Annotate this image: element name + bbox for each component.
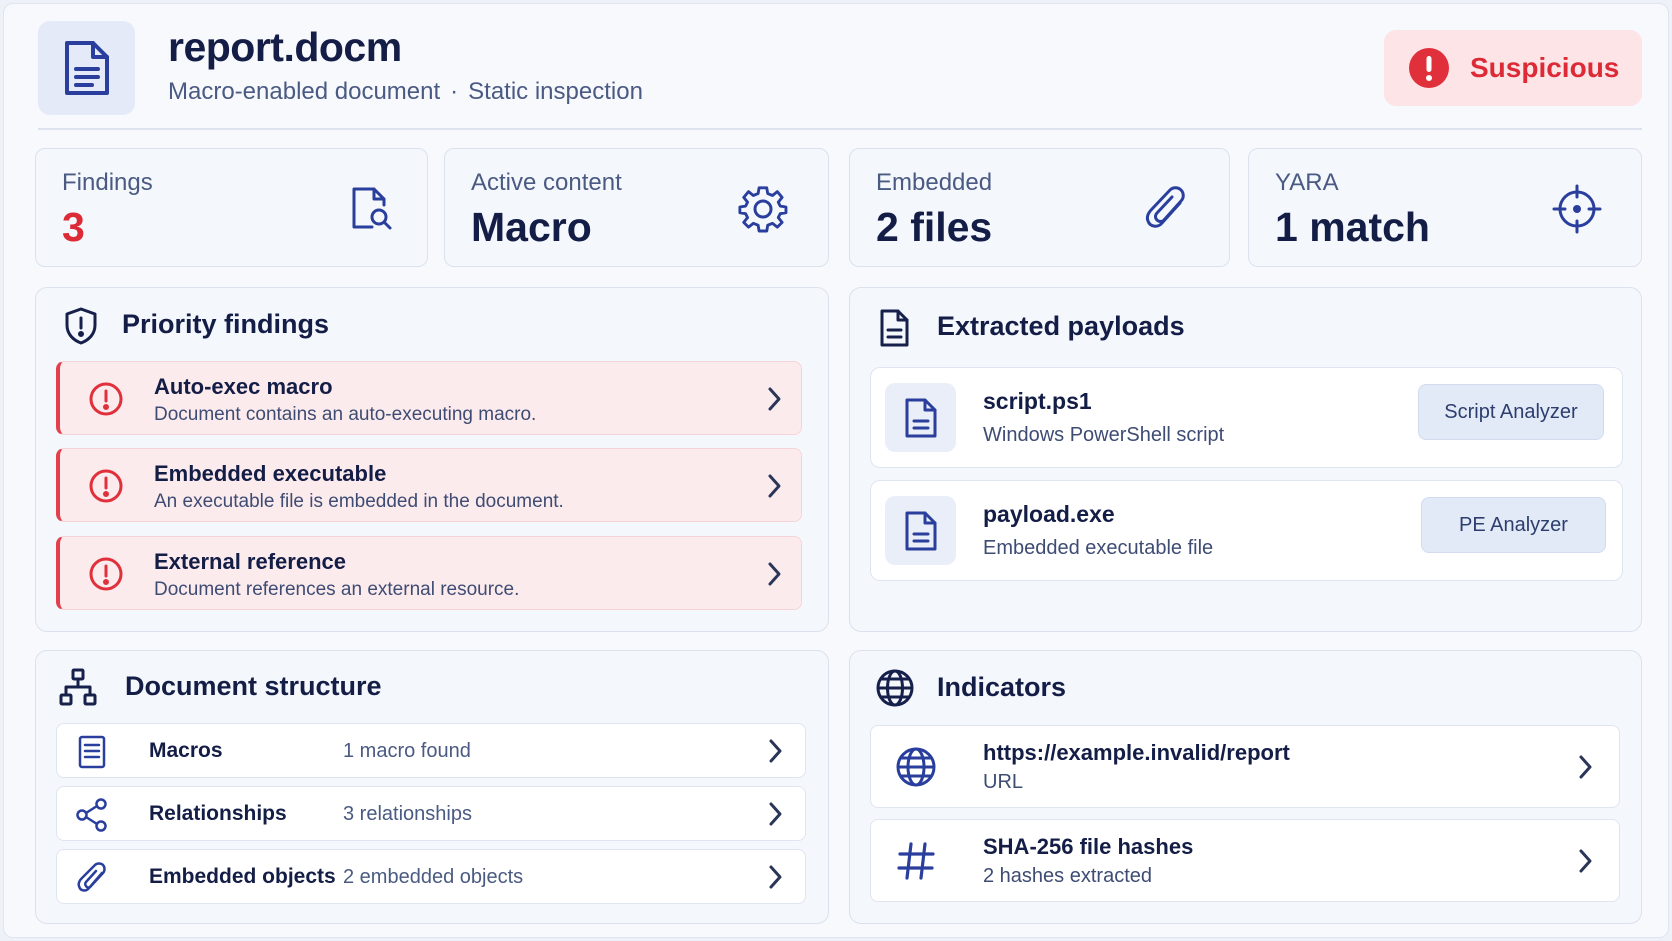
finding-auto-exec-macro[interactable]: Auto-exec macro Document contains an aut…: [56, 361, 802, 435]
finding-description: An executable file is embedded in the do…: [154, 491, 564, 512]
header-divider: [38, 128, 1642, 130]
stat-value: 2 files: [876, 204, 993, 250]
finding-description: Document references an external resource…: [154, 579, 520, 600]
chevron-right-icon: [1579, 849, 1592, 873]
globe-icon: [876, 669, 914, 707]
structure-name: Macros: [149, 739, 223, 762]
stat-findings: Findings 3: [35, 148, 428, 267]
finding-title: Auto-exec macro: [154, 374, 333, 399]
extracted-payloads-panel: Extracted payloads script.ps1 Windows Po…: [849, 287, 1642, 632]
structure-value: 2 embedded objects: [343, 866, 524, 888]
document-lines-icon: [78, 735, 106, 769]
stat-active-content: Active content Macro: [444, 148, 829, 267]
document-structure-panel: Document structure Macros 1 macro found …: [35, 650, 829, 924]
file-search-icon: [352, 187, 392, 230]
finding-description: Document contains an auto-executing macr…: [154, 404, 537, 425]
chevron-right-icon: [1579, 755, 1592, 779]
chevron-right-icon: [769, 739, 782, 763]
structure-name: Relationships: [149, 802, 287, 825]
panel-title: Document structure: [125, 671, 382, 701]
stat-value: 3: [62, 204, 85, 250]
chevron-right-icon: [769, 865, 782, 889]
panel-title: Indicators: [937, 672, 1067, 702]
stat-label: Embedded: [876, 169, 993, 196]
alert-circle-icon: [89, 469, 123, 503]
structure-row-embedded-objects[interactable]: Embedded objects 2 embedded objects: [56, 849, 806, 904]
file-name: report.docm: [168, 24, 402, 70]
verdict-badge: Suspicious: [1384, 30, 1642, 106]
document-icon: [880, 309, 909, 347]
stat-label: Findings: [62, 169, 153, 196]
indicators-panel: Indicators https://example.invalid/repor…: [849, 650, 1642, 924]
share-icon: [76, 798, 107, 832]
file-icon: [885, 383, 956, 452]
payload-item[interactable]: script.ps1 Windows PowerShell script Scr…: [870, 367, 1623, 468]
alert-circle-icon: [89, 382, 123, 416]
finding-title: External reference: [154, 549, 346, 574]
chevron-right-icon: [769, 802, 782, 826]
stat-yara: YARA 1 match: [1248, 148, 1642, 267]
indicator-type: URL: [983, 771, 1024, 793]
stat-embedded: Embedded 2 files: [849, 148, 1230, 267]
inspection-mode: Static inspection: [468, 78, 643, 105]
structure-value: 3 relationships: [343, 803, 472, 825]
priority-findings-panel: Priority findings Auto-exec macro Docume…: [35, 287, 829, 632]
panel-title: Extracted payloads: [937, 311, 1185, 341]
structure-value: 1 macro found: [343, 740, 471, 762]
stat-label: Active content: [471, 169, 622, 196]
indicator-hashes[interactable]: SHA-256 file hashes 2 hashes extracted: [870, 819, 1620, 902]
file-icon: [885, 496, 956, 565]
file-type: Macro-enabled document: [168, 78, 441, 105]
chevron-right-icon: [768, 562, 781, 586]
paperclip-icon: [1145, 186, 1185, 228]
structure-row-macros[interactable]: Macros 1 macro found: [56, 723, 806, 778]
pe-analyzer-button[interactable]: PE Analyzer: [1421, 497, 1606, 553]
indicator-url[interactable]: https://example.invalid/report URL: [870, 725, 1620, 808]
panel-title: Priority findings: [122, 309, 330, 339]
indicator-value: SHA-256 file hashes: [983, 834, 1194, 859]
alert-circle-icon: [89, 557, 123, 591]
stat-label: YARA: [1275, 169, 1339, 196]
crosshair-icon: [1552, 184, 1602, 234]
gear-icon: [738, 186, 788, 233]
indicator-type: 2 hashes extracted: [983, 865, 1152, 887]
stat-value: 1 match: [1275, 204, 1430, 250]
finding-title: Embedded executable: [154, 461, 387, 486]
chevron-right-icon: [768, 387, 781, 411]
chevron-right-icon: [768, 474, 781, 498]
payload-name: payload.exe: [983, 501, 1115, 527]
payload-name: script.ps1: [983, 388, 1092, 414]
stat-value: Macro: [471, 204, 592, 250]
finding-external-reference[interactable]: External reference Document references a…: [56, 536, 802, 610]
finding-embedded-executable[interactable]: Embedded executable An executable file i…: [56, 448, 802, 522]
globe-icon: [896, 747, 936, 787]
hierarchy-icon: [59, 668, 97, 706]
indicator-value: https://example.invalid/report: [983, 740, 1290, 765]
payload-description: Embedded executable file: [983, 537, 1214, 559]
paperclip-icon: [77, 862, 106, 892]
script-analyzer-button[interactable]: Script Analyzer: [1418, 384, 1604, 440]
shield-alert-icon: [65, 307, 97, 345]
separator: ·: [450, 78, 459, 105]
payload-item[interactable]: payload.exe Embedded executable file PE …: [870, 480, 1623, 581]
verdict-label: Suspicious: [1470, 52, 1620, 83]
payload-description: Windows PowerShell script: [983, 424, 1225, 446]
document-icon: [38, 21, 135, 115]
file-subtitle: Macro-enabled document · Static inspection: [168, 78, 643, 106]
hash-icon: [897, 842, 935, 880]
alert-circle-icon: [1409, 48, 1449, 88]
report-window: report.docm Macro-enabled document · Stati…: [3, 3, 1669, 938]
structure-row-relationships[interactable]: Relationships 3 relationships: [56, 786, 806, 841]
structure-name: Embedded objects: [149, 865, 336, 888]
